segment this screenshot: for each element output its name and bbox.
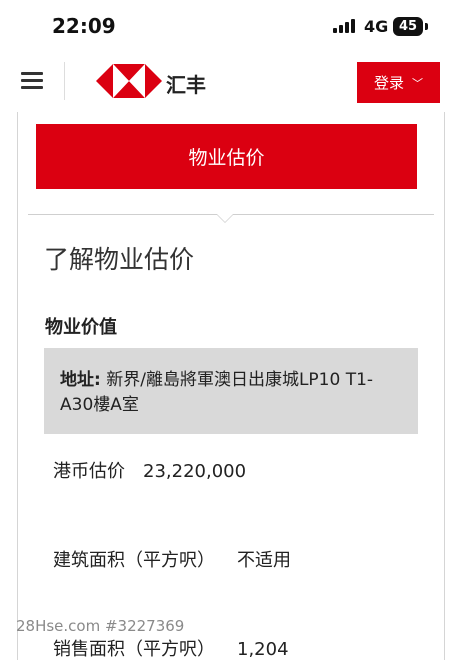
signal-icon: [333, 19, 357, 33]
chevron-down-icon: ﹀: [412, 76, 423, 90]
status-bar: 22:09 4G 45: [0, 0, 462, 56]
hkd-valuation-row: 港币估价 23,220,000: [53, 457, 246, 483]
content-frame-left: [17, 112, 18, 660]
address-box: 地址: 新界/離島將軍澳日出康城LP10 T1-A30樓A室: [44, 348, 418, 434]
hamburger-icon[interactable]: [21, 72, 43, 90]
address-value: 新界/離島將軍澳日出康城LP10 T1-A30樓A室: [60, 370, 374, 415]
hsbc-logo-icon[interactable]: [96, 64, 162, 98]
login-label: 登录: [373, 74, 404, 92]
tab-property-valuation[interactable]: 物业估价: [36, 124, 417, 189]
login-button[interactable]: 登录 ﹀: [357, 62, 440, 103]
section-title: 了解物业估价: [44, 245, 195, 274]
battery-icon: 45: [393, 17, 423, 36]
saleable-area-label: 销售面积（平方呎）: [53, 639, 215, 660]
property-value-heading: 物业价值: [45, 317, 117, 338]
status-time: 22:09: [52, 14, 116, 38]
address-label: 地址:: [60, 370, 101, 390]
battery-cap: [425, 23, 428, 30]
gross-area-row: 建筑面积（平方呎） 不适用: [53, 546, 291, 572]
address-text: 地址: 新界/離島將軍澳日出康城LP10 T1-A30樓A室: [60, 368, 400, 418]
saleable-area-value: 1,204: [237, 639, 289, 660]
gross-area-value: 不适用: [237, 550, 291, 571]
header-divider: [64, 62, 65, 100]
hkd-valuation-label: 港币估价: [53, 461, 125, 482]
tab-pointer-inner: [217, 214, 233, 222]
saleable-area-row: 销售面积（平方呎） 1,204: [53, 635, 289, 661]
hkd-valuation-value: 23,220,000: [143, 461, 247, 482]
network-type: 4G: [364, 17, 389, 36]
gross-area-label: 建筑面积（平方呎）: [53, 550, 215, 571]
watermark: 28Hse.com #3227369: [16, 617, 185, 635]
brand-name: 汇丰: [166, 73, 206, 97]
content-frame-right: [444, 112, 445, 660]
